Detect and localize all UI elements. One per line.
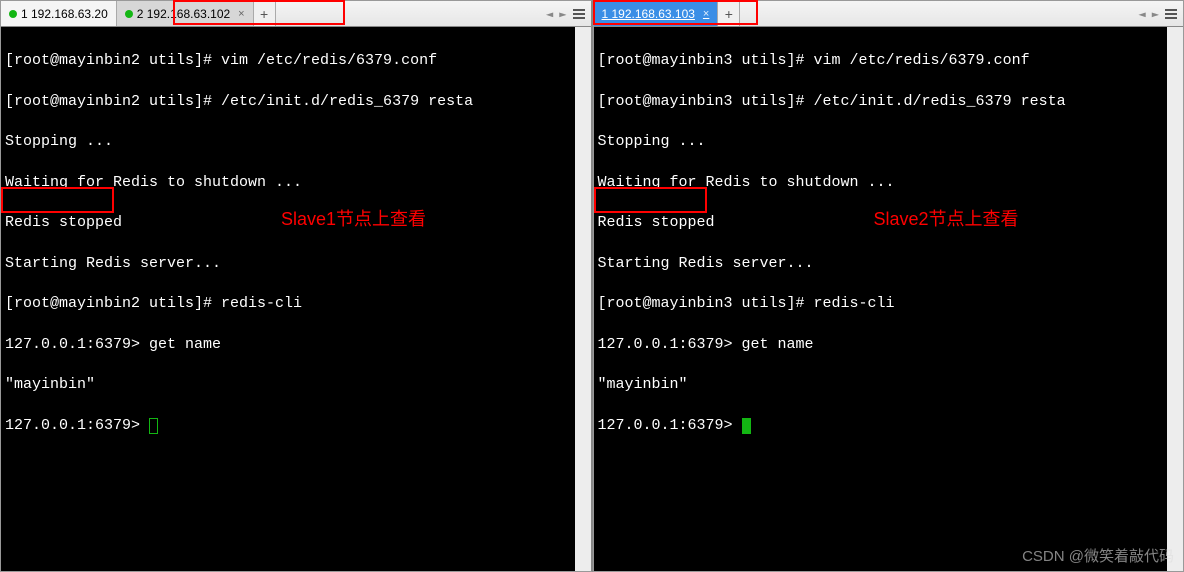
terminal-line: [root@mayinbin3 utils]# redis-cli	[598, 294, 1180, 314]
terminal-line: [root@mayinbin2 utils]# redis-cli	[5, 294, 587, 314]
terminal-line: 127.0.0.1:6379>	[5, 416, 587, 436]
terminal-line: Redis stopped	[5, 213, 587, 233]
menu-icon[interactable]	[573, 9, 585, 19]
tab-nav: ◄ ►	[1133, 1, 1183, 26]
terminal-line: "mayinbin"	[5, 375, 587, 395]
tab-nav: ◄ ►	[540, 1, 590, 26]
tab-label: 1 192.168.63.20	[21, 7, 108, 21]
terminal-line: Redis stopped	[598, 213, 1180, 233]
split-container: 1 192.168.63.20 2 192.168.63.102 × + ◄ ►…	[0, 0, 1184, 572]
terminal-line: [root@mayinbin3 utils]# /etc/init.d/redi…	[598, 92, 1180, 112]
close-icon[interactable]: ×	[238, 8, 244, 20]
nav-left-icon[interactable]: ◄	[546, 7, 553, 21]
cursor-icon	[149, 418, 158, 434]
right-pane: 1 192.168.63.103 × + ◄ ► [root@mayinbin3…	[593, 0, 1184, 572]
scrollbar[interactable]	[575, 27, 591, 571]
tab-label: 1 192.168.63.103	[602, 7, 695, 21]
terminal-line: 127.0.0.1:6379> get name	[598, 335, 1180, 355]
nav-left-icon[interactable]: ◄	[1139, 7, 1146, 21]
terminal-line: Starting Redis server...	[598, 254, 1180, 274]
nav-right-icon[interactable]: ►	[559, 7, 566, 21]
status-dot-icon	[9, 10, 17, 18]
left-tabbar: 1 192.168.63.20 2 192.168.63.102 × + ◄ ►	[1, 1, 591, 27]
terminal-line: [root@mayinbin3 utils]# vim /etc/redis/6…	[598, 51, 1180, 71]
new-tab-button[interactable]: +	[254, 1, 276, 26]
terminal-line: 127.0.0.1:6379>	[598, 416, 1180, 436]
menu-icon[interactable]	[1165, 9, 1177, 19]
left-pane: 1 192.168.63.20 2 192.168.63.102 × + ◄ ►…	[0, 0, 593, 572]
tab-1[interactable]: 1 192.168.63.103 ×	[594, 1, 719, 26]
terminal-line: Waiting for Redis to shutdown ...	[598, 173, 1180, 193]
terminal-line: Stopping ...	[598, 132, 1180, 152]
terminal-line: "mayinbin"	[598, 375, 1180, 395]
right-tabbar: 1 192.168.63.103 × + ◄ ►	[594, 1, 1184, 27]
terminal-line: Stopping ...	[5, 132, 587, 152]
close-icon[interactable]: ×	[703, 8, 709, 20]
right-terminal[interactable]: [root@mayinbin3 utils]# vim /etc/redis/6…	[594, 27, 1184, 571]
terminal-line: [root@mayinbin2 utils]# vim /etc/redis/6…	[5, 51, 587, 71]
nav-right-icon[interactable]: ►	[1152, 7, 1159, 21]
status-dot-icon	[125, 10, 133, 18]
tab-label: 2 192.168.63.102	[137, 7, 230, 21]
tab-2[interactable]: 2 192.168.63.102 ×	[117, 1, 254, 26]
left-terminal[interactable]: [root@mayinbin2 utils]# vim /etc/redis/6…	[1, 27, 591, 571]
terminal-line: Waiting for Redis to shutdown ...	[5, 173, 587, 193]
terminal-line: Starting Redis server...	[5, 254, 587, 274]
terminal-line: 127.0.0.1:6379> get name	[5, 335, 587, 355]
tab-1[interactable]: 1 192.168.63.20	[1, 1, 117, 26]
scrollbar[interactable]	[1167, 27, 1183, 571]
new-tab-button[interactable]: +	[718, 1, 740, 26]
terminal-line: [root@mayinbin2 utils]# /etc/init.d/redi…	[5, 92, 587, 112]
cursor-icon	[742, 418, 751, 434]
